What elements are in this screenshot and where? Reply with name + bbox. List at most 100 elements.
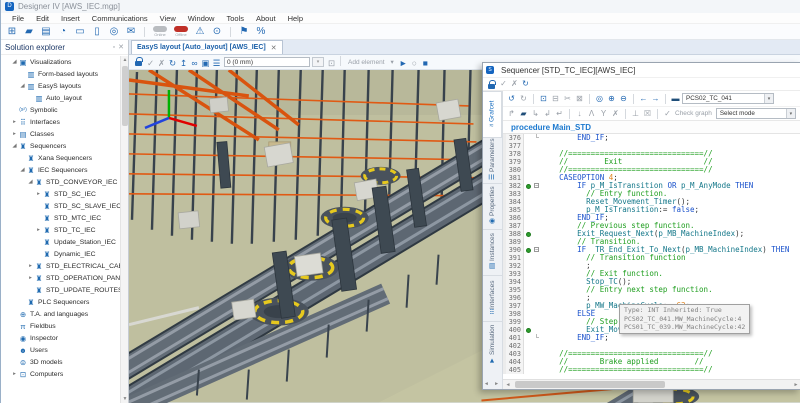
chevron-down-icon[interactable]: ▾ xyxy=(786,109,795,118)
converge-icon[interactable]: Y xyxy=(598,108,609,120)
lock-icon[interactable] xyxy=(135,61,142,66)
menu-item-edit[interactable]: Edit xyxy=(30,14,55,23)
fold-gutter[interactable] xyxy=(533,198,541,206)
breakpoint-gutter[interactable] xyxy=(524,262,533,270)
side-tab-grafcet[interactable]: ≈Grafcet xyxy=(483,91,502,137)
side-tab-parameters[interactable]: ☰Parameters xyxy=(483,137,502,183)
breakpoint-gutter[interactable] xyxy=(524,230,533,238)
copy-gray-icon[interactable]: ⊡ xyxy=(326,57,337,70)
undo-icon[interactable]: ↺ xyxy=(506,93,517,105)
breakpoint-gutter[interactable] xyxy=(524,198,533,206)
tree-item-easys-layouts[interactable]: ◢▥EasyS layouts xyxy=(1,80,120,92)
folder-dark-icon[interactable]: ▰ xyxy=(518,108,529,120)
pin-icon[interactable]: ▫ xyxy=(113,44,115,51)
tree-item-update-station-iec[interactable]: ♜Update_Station_IEC xyxy=(1,236,120,248)
diverge-icon[interactable]: Λ xyxy=(586,108,597,120)
fold-gutter[interactable] xyxy=(533,158,541,166)
breakpoint-gutter[interactable] xyxy=(524,190,533,198)
checkbox-icon[interactable]: ☒ xyxy=(642,108,653,120)
check-graph-label[interactable]: Check graph xyxy=(675,110,712,117)
fold-gutter[interactable] xyxy=(533,254,541,262)
fold-gutter[interactable] xyxy=(533,350,541,358)
tree-scrollbar[interactable]: ▲ ▼ xyxy=(120,56,128,403)
scroll-right-icon[interactable]: ► xyxy=(791,380,800,390)
breakpoint-gutter[interactable] xyxy=(524,174,533,182)
breakpoint-gutter[interactable] xyxy=(524,358,533,366)
fold-gutter[interactable] xyxy=(533,270,541,278)
breakpoint-dot[interactable] xyxy=(526,248,531,253)
measure-unit-combo[interactable]: ▾ xyxy=(312,57,324,67)
breakpoint-gutter[interactable] xyxy=(524,134,533,142)
screen-search-icon[interactable]: ⊙ xyxy=(210,25,224,39)
tree-expander-icon[interactable]: ▸ xyxy=(11,119,18,125)
fold-gutter[interactable] xyxy=(533,326,541,334)
side-tab-properties[interactable]: ◉Properties xyxy=(483,183,502,229)
fold-gutter[interactable] xyxy=(533,278,541,286)
menu-item-insert[interactable]: Insert xyxy=(55,14,86,23)
id-card-icon[interactable]: ▤ xyxy=(39,25,53,39)
fold-gutter[interactable] xyxy=(533,166,541,174)
chevron-down-icon[interactable]: ▾ xyxy=(764,94,773,103)
tree-item-inspector[interactable]: ◉Inspector xyxy=(1,332,120,344)
warning-icon[interactable]: ⚠ xyxy=(193,25,207,39)
play-icon[interactable]: ► xyxy=(398,57,409,70)
fold-gutter[interactable] xyxy=(533,294,541,302)
menu-item-about[interactable]: About xyxy=(250,14,282,23)
fold-gutter[interactable] xyxy=(533,214,541,222)
fold-gutter[interactable] xyxy=(533,142,541,150)
forward-icon[interactable]: → xyxy=(650,93,661,105)
scrollbar-thumb[interactable] xyxy=(122,66,128,126)
tree-item-std-mtc-iec[interactable]: ♜STD_MTC_IEC xyxy=(1,212,120,224)
fold-collapse-icon[interactable]: − xyxy=(534,183,539,188)
tree-item-std-sc-iec[interactable]: ▸♜STD_SC_IEC xyxy=(1,188,120,200)
breakpoint-gutter[interactable] xyxy=(524,158,533,166)
minus-icon[interactable]: ▬ xyxy=(670,93,681,105)
side-tab-interfaces[interactable]: ⠿Interfaces xyxy=(483,275,502,321)
breakpoint-gutter[interactable] xyxy=(524,238,533,246)
breakpoint-gutter[interactable] xyxy=(524,214,533,222)
upload-icon[interactable]: ↥ xyxy=(178,57,189,70)
step-b-icon[interactable]: ↳ xyxy=(530,108,541,120)
list-icon[interactable]: ☰ xyxy=(211,57,222,70)
sync-icon[interactable]: ↻ xyxy=(167,57,178,70)
offline-pill-icon[interactable]: Offline xyxy=(172,26,190,37)
menu-item-view[interactable]: View xyxy=(154,14,182,23)
menu-item-file[interactable]: File xyxy=(6,14,30,23)
fold-gutter[interactable] xyxy=(533,230,541,238)
down-icon[interactable]: ↓ xyxy=(574,108,585,120)
breakpoint-dot[interactable] xyxy=(526,328,531,333)
fold-collapse-icon[interactable]: − xyxy=(534,247,539,252)
fold-gutter[interactable] xyxy=(533,206,541,214)
chevron-down-icon[interactable]: ▾ xyxy=(391,58,394,66)
fold-gutter[interactable] xyxy=(533,310,541,318)
fold-gutter[interactable] xyxy=(533,134,541,142)
scroll-left-icon[interactable]: ◄ xyxy=(503,380,513,390)
tree-item-dynamic-iec[interactable]: ♜Dynamic_IEC xyxy=(1,248,120,260)
cross-icon[interactable]: ✗ xyxy=(610,108,621,120)
percent-icon[interactable]: % xyxy=(254,25,268,39)
tree-expander-icon[interactable]: ▸ xyxy=(27,263,34,269)
tree-item-sequencers[interactable]: ◢♜Sequencers xyxy=(1,140,120,152)
add-element-label[interactable]: Add element xyxy=(348,59,385,66)
breakpoint-dot[interactable] xyxy=(526,184,531,189)
breakpoint-gutter[interactable] xyxy=(524,222,533,230)
binoculars-icon[interactable]: ◎ xyxy=(594,93,605,105)
hscrollbar-thumb[interactable] xyxy=(515,381,665,388)
menu-item-tools[interactable]: Tools xyxy=(220,14,250,23)
tree-expander-icon[interactable]: ◢ xyxy=(11,59,18,65)
fold-gutter[interactable] xyxy=(533,342,541,350)
check-icon[interactable]: ✓ xyxy=(145,57,156,70)
breakpoint-gutter[interactable] xyxy=(524,166,533,174)
tree-item-symbolic[interactable]: (x²)Symbolic xyxy=(1,104,120,116)
tree-expander-icon[interactable]: ▸ xyxy=(35,191,42,197)
tree-expander-icon[interactable]: ◢ xyxy=(11,143,18,149)
menu-item-window[interactable]: Window xyxy=(182,14,221,23)
breakpoint-gutter[interactable] xyxy=(524,270,533,278)
step-a-icon[interactable]: ↱ xyxy=(506,108,517,120)
copy-icon[interactable]: ⊡ xyxy=(538,93,549,105)
fold-gutter[interactable]: − xyxy=(533,246,541,254)
online-pill-icon[interactable]: Online xyxy=(151,26,169,37)
tree-item-fieldbus[interactable]: πFieldbus xyxy=(1,320,120,332)
redo-icon[interactable]: ↻ xyxy=(518,93,529,105)
screen-2-icon[interactable]: ▯ xyxy=(90,25,104,39)
